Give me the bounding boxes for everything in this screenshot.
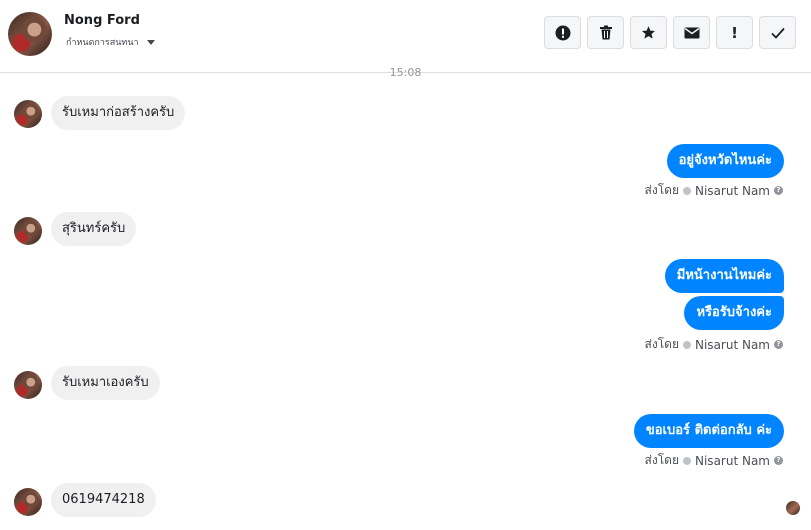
caret-down-icon [146,39,155,45]
contact-avatar[interactable] [14,371,42,399]
outgoing-message[interactable]: ขอเบอร์ ติดต่อกลับ ค่ะ [633,414,784,448]
contact-name[interactable]: Nong Ford [64,13,140,28]
sender-name[interactable]: Nisarut Nam [695,184,770,198]
star-icon [641,26,656,39]
sent-by-label: ส่งโดย Nisarut Nam ? [645,181,783,200]
incoming-message[interactable]: สุรินทร์ครับ [51,212,137,246]
contact-avatar[interactable] [14,100,42,128]
important-button[interactable]: ! [716,16,753,49]
important-icon: ! [731,23,738,42]
sender-name[interactable]: Nisarut Nam [695,454,770,468]
sent-by-prefix: ส่งโดย [644,337,679,351]
page-badge-icon [683,456,691,465]
incoming-message[interactable]: รับเหมาก่อสร้างครับ [51,96,186,130]
conversation-settings-dropdown[interactable]: กำหนดการสนทนา [66,35,155,49]
check-icon [770,27,785,39]
help-icon[interactable]: ? [774,456,783,465]
conversation-toolbar: ! [544,16,796,49]
delete-button[interactable] [587,16,624,49]
mark-unread-button[interactable] [673,16,710,49]
conversation-settings-label: กำหนดการสนทนา [66,38,139,48]
incoming-message[interactable]: รับเหมาเองครับ [51,366,160,400]
help-icon[interactable]: ? [774,340,783,349]
contact-avatar[interactable] [14,217,42,245]
sent-by-prefix: ส่งโดย [644,453,679,467]
message-timestamp: 15:08 [389,66,422,79]
conversation-header: Nong Ford กำหนดการสนทนา ! [0,0,811,73]
trash-icon [599,25,612,40]
star-button[interactable] [630,16,667,49]
page-badge-icon [683,186,691,195]
outgoing-message[interactable]: อยู่จังหวัดไหนค่ะ [666,144,784,178]
sent-by-prefix: ส่งโดย [644,183,679,197]
done-button[interactable] [759,16,796,49]
outgoing-message[interactable]: มีหน้างานไหมค่ะ [664,259,784,293]
outgoing-message[interactable]: หรือรับจ้างค่ะ [684,296,784,330]
seen-indicator-avatar [786,501,800,515]
sender-name[interactable]: Nisarut Nam [695,338,770,352]
contact-avatar[interactable] [14,488,42,516]
help-icon[interactable]: ? [774,186,783,195]
report-button[interactable] [544,16,581,49]
report-icon [555,25,570,40]
envelope-icon [684,27,699,38]
sent-by-label: ส่งโดย Nisarut Nam ? [645,335,783,354]
contact-avatar[interactable] [8,12,52,56]
incoming-message[interactable]: 0619474218 [51,483,156,517]
sent-by-label: ส่งโดย Nisarut Nam ? [645,451,783,470]
page-badge-icon [683,340,691,349]
